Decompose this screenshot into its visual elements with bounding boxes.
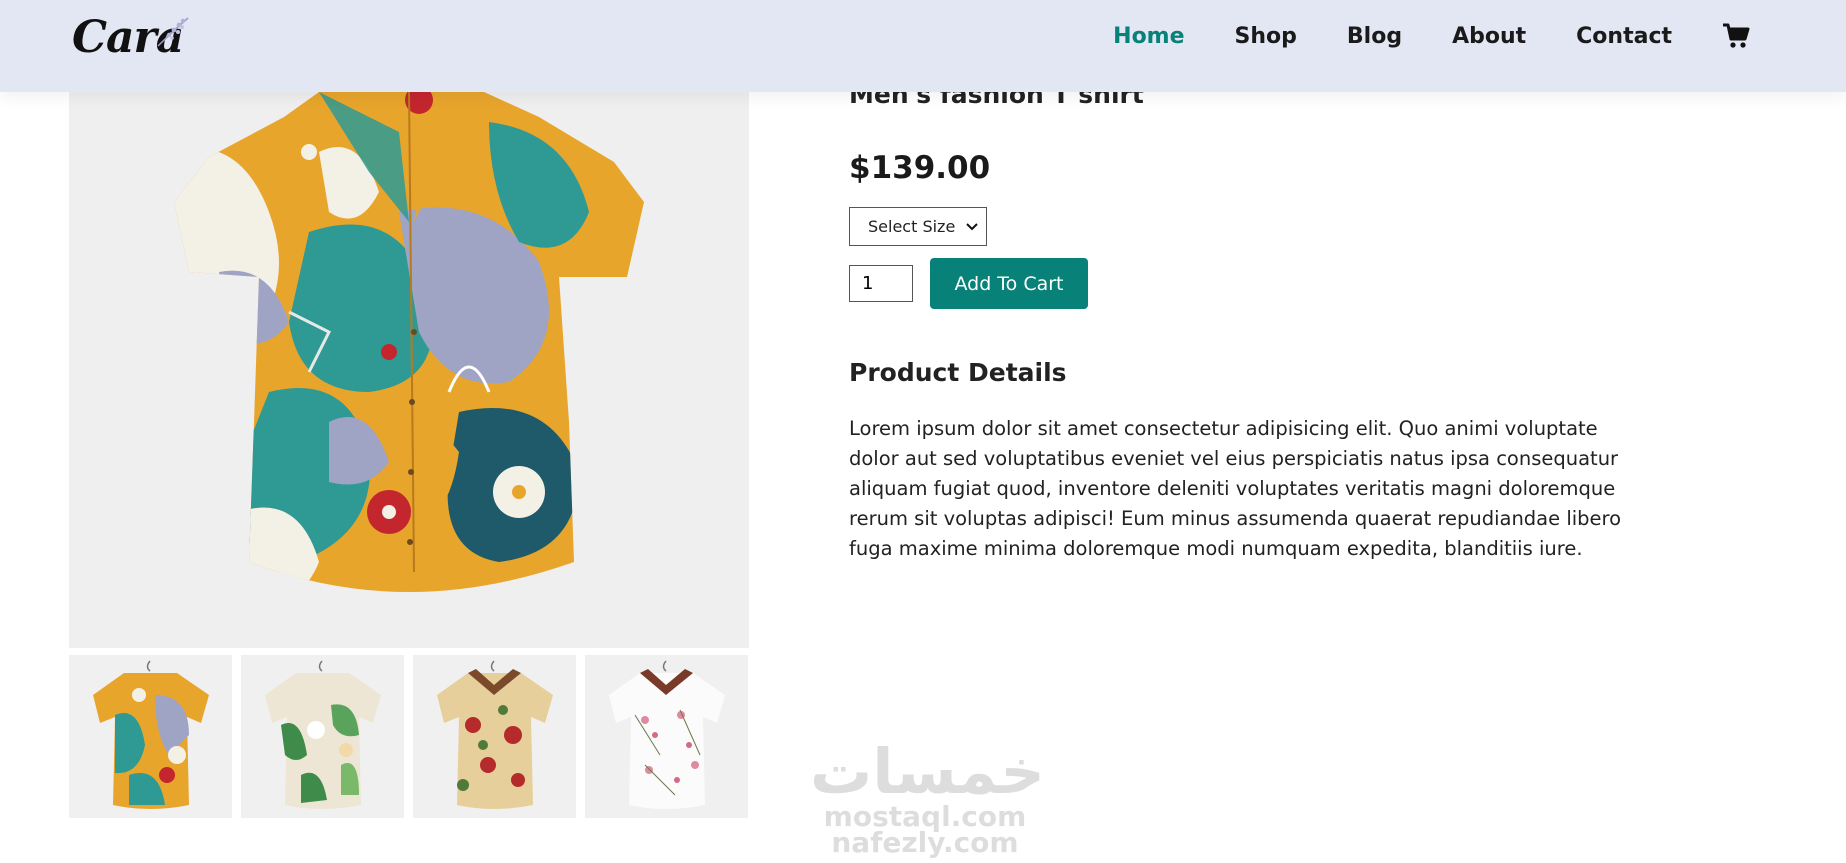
site-header: Cara Home Shop Blog About Contact bbox=[0, 0, 1846, 92]
size-select-value: Select Size bbox=[868, 217, 956, 236]
watermark: خمسات mostaql.com nafezly.com bbox=[810, 735, 1047, 860]
chevron-down-icon bbox=[966, 222, 978, 230]
nav-about[interactable]: About bbox=[1452, 24, 1526, 49]
nav-shop[interactable]: Shop bbox=[1235, 24, 1297, 49]
thumbnail-shirt-4 bbox=[585, 655, 748, 818]
main-nav: Home Shop Blog About Contact bbox=[1063, 22, 1750, 50]
nav-home[interactable]: Home bbox=[1113, 24, 1184, 49]
nav-contact[interactable]: Contact bbox=[1576, 24, 1672, 49]
nav-blog[interactable]: Blog bbox=[1347, 24, 1402, 49]
thumbnail-4[interactable] bbox=[585, 655, 748, 818]
cara-logo[interactable]: Cara bbox=[70, 10, 200, 70]
product-details-heading: Product Details bbox=[849, 358, 1067, 387]
main-product-image bbox=[69, 92, 749, 648]
thumbnail-strip bbox=[69, 655, 748, 818]
watermark-main: خمسات bbox=[810, 735, 1047, 808]
thumbnail-3[interactable] bbox=[413, 655, 576, 818]
size-select[interactable]: Select Size bbox=[849, 207, 987, 246]
thumbnail-shirt-2 bbox=[241, 655, 404, 818]
product-price: $139.00 bbox=[849, 150, 991, 186]
logo-lavender-sprig bbox=[157, 17, 189, 47]
add-to-cart-button[interactable]: Add To Cart bbox=[930, 258, 1088, 309]
hawaiian-shirt-image bbox=[69, 92, 749, 648]
product-details-text: Lorem ipsum dolor sit amet consectetur a… bbox=[849, 417, 1622, 560]
thumbnail-1[interactable] bbox=[69, 655, 232, 818]
cart-icon[interactable] bbox=[1722, 22, 1750, 50]
watermark-site-2: nafezly.com bbox=[831, 826, 1019, 859]
quantity-input[interactable] bbox=[849, 265, 913, 302]
thumbnail-shirt-3 bbox=[413, 655, 576, 818]
thumbnail-shirt-1 bbox=[69, 655, 232, 818]
thumbnail-2[interactable] bbox=[241, 655, 404, 818]
